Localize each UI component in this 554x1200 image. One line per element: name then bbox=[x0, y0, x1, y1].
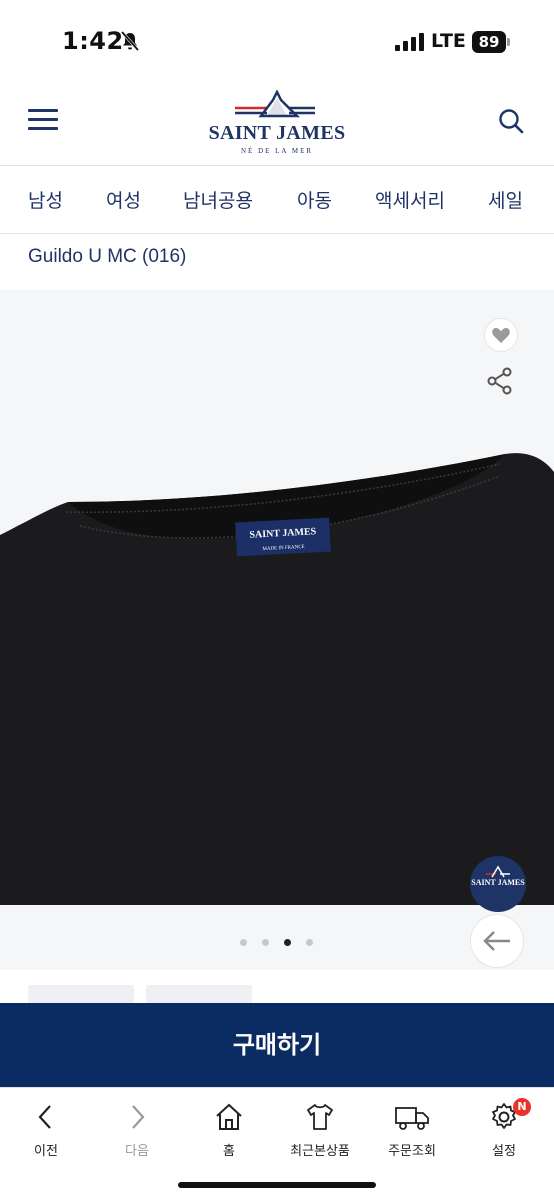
logo-mountain-icon bbox=[235, 89, 315, 118]
tab-next[interactable]: 다음 bbox=[92, 1098, 182, 1168]
tab-prev-label: 이전 bbox=[34, 1144, 58, 1159]
signal-icon bbox=[395, 33, 424, 51]
brand-badge[interactable]: SAINT JAMES bbox=[470, 856, 526, 912]
option-box-1[interactable] bbox=[28, 985, 134, 1005]
wishlist-button[interactable] bbox=[484, 318, 518, 352]
mute-bell-icon bbox=[120, 31, 140, 51]
home-icon bbox=[216, 1103, 242, 1130]
category-accessories[interactable]: 액세서리 bbox=[375, 186, 445, 213]
tab-home-label: 홈 bbox=[223, 1144, 235, 1159]
brand-logo[interactable]: SAINT JAMES NÉ DE LA MER bbox=[205, 86, 349, 162]
category-unisex[interactable]: 남녀공용 bbox=[183, 186, 253, 213]
status-time: 1:42 bbox=[62, 27, 124, 55]
slide-dot-1[interactable] bbox=[240, 939, 247, 946]
product-gallery[interactable]: SAINT JAMES MADE IN FRANCE SAINT JAMES bbox=[0, 290, 554, 970]
slide-indicator bbox=[240, 939, 320, 947]
battery-tip bbox=[507, 38, 510, 46]
share-icon[interactable] bbox=[485, 366, 515, 396]
scroll-back-button[interactable] bbox=[470, 914, 524, 968]
category-sale[interactable]: 세일 bbox=[488, 186, 523, 213]
tab-next-label: 다음 bbox=[125, 1144, 149, 1159]
category-women[interactable]: 여성 bbox=[106, 186, 141, 213]
brand-badge-text: SAINT JAMES bbox=[471, 878, 525, 887]
network-label: LTE bbox=[431, 30, 466, 52]
brand-name: SAINT JAMES bbox=[208, 122, 346, 144]
slide-dot-2[interactable] bbox=[262, 939, 269, 946]
menu-icon[interactable] bbox=[28, 109, 58, 131]
battery-indicator: 89 bbox=[472, 31, 512, 53]
product-image[interactable]: SAINT JAMES MADE IN FRANCE bbox=[0, 450, 554, 905]
notification-badge: N bbox=[513, 1098, 531, 1116]
tab-settings[interactable]: N 설정 bbox=[459, 1098, 549, 1168]
tab-settings-label: 설정 bbox=[492, 1144, 516, 1159]
badge-mountain-icon bbox=[486, 865, 510, 878]
product-title: Guildo U MC (016) bbox=[28, 246, 187, 267]
chevron-left-icon bbox=[38, 1105, 51, 1129]
truck-icon bbox=[395, 1107, 429, 1130]
chevron-right-icon bbox=[132, 1105, 145, 1129]
battery-level: 89 bbox=[472, 31, 506, 53]
buy-button[interactable]: 구매하기 bbox=[0, 1003, 554, 1087]
search-icon[interactable] bbox=[498, 108, 524, 134]
tab-recent[interactable]: 최근본상품 bbox=[275, 1098, 365, 1168]
tab-orders-label: 주문조회 bbox=[388, 1144, 436, 1159]
tab-orders[interactable]: 주문조회 bbox=[367, 1098, 457, 1168]
option-box-2[interactable] bbox=[146, 985, 252, 1005]
category-men[interactable]: 남성 bbox=[28, 186, 63, 213]
status-bar: 1:42 LTE 89 bbox=[0, 0, 554, 80]
category-kids[interactable]: 아동 bbox=[297, 186, 332, 213]
brand-tagline: NÉ DE LA MER bbox=[240, 147, 314, 155]
tab-recent-label: 최근본상품 bbox=[290, 1144, 350, 1159]
slide-dot-4[interactable] bbox=[306, 939, 313, 946]
tab-prev[interactable]: 이전 bbox=[1, 1098, 91, 1168]
category-nav: 남성 여성 남녀공용 아동 액세서리 세일 bbox=[0, 166, 554, 234]
site-header: SAINT JAMES NÉ DE LA MER bbox=[0, 80, 554, 166]
tab-home[interactable]: 홈 bbox=[184, 1098, 274, 1168]
heart-icon bbox=[492, 328, 510, 343]
home-indicator bbox=[178, 1182, 376, 1188]
tshirt-icon bbox=[307, 1104, 333, 1130]
slide-dot-3[interactable] bbox=[284, 939, 291, 946]
arrow-left-icon bbox=[483, 931, 510, 951]
